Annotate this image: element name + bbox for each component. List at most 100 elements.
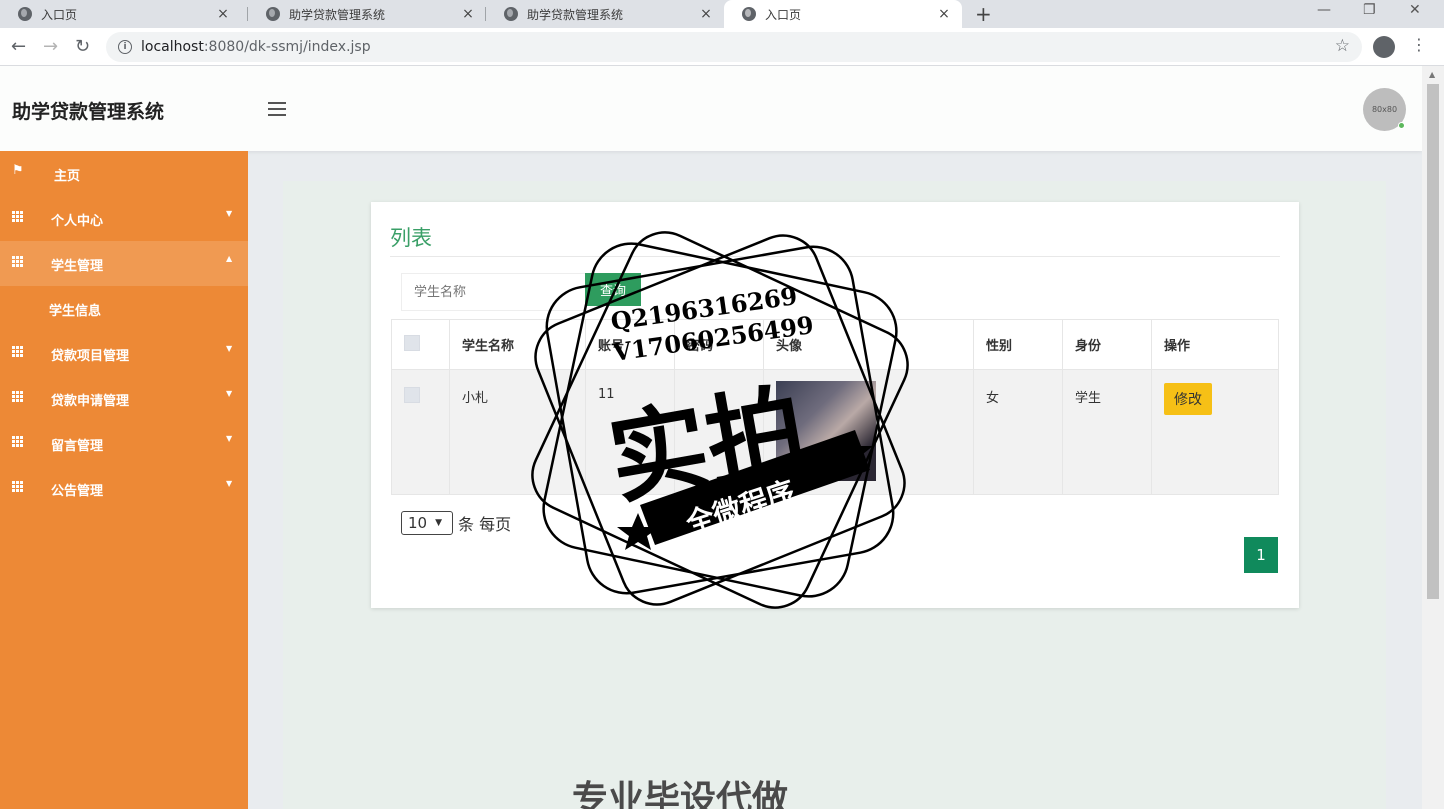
sidebar-item-personal-center[interactable]: 个人中心 ▼ (0, 196, 248, 241)
page-size-suffix: 条 每页 (458, 515, 512, 534)
cell-actions: 修改 (1151, 369, 1279, 495)
sidebar-item-messages[interactable]: 留言管理 ▼ (0, 421, 248, 466)
caret-down-icon: ▼ (226, 479, 233, 488)
sidebar-subitem-label: 学生信息 (49, 304, 102, 319)
close-icon[interactable]: × (698, 6, 714, 22)
profile-icon[interactable] (1373, 36, 1395, 58)
sidebar-item-home[interactable]: ⚑ 主页 (0, 151, 248, 196)
browser-tab-strip: 入口页 × 助学贷款管理系统 × 助学贷款管理系统 × 入口页 × + — ❐ … (0, 0, 1444, 28)
sidebar-item-label: 留言管理 (51, 439, 104, 454)
sidebar-item-label: 公告管理 (51, 484, 104, 499)
list-card: 列表 查询 学生名称 账号 密码 头像 性别 身份 操作 小 (371, 202, 1299, 608)
table-header-row: 学生名称 账号 密码 头像 性别 身份 操作 (391, 319, 1279, 370)
column-header: 学生名称 (449, 319, 586, 370)
sidebar-item-loan-application[interactable]: 贷款申请管理 ▼ (0, 376, 248, 421)
brand-title: 助学贷款管理系统 (12, 101, 165, 123)
caret-down-icon: ▼ (226, 434, 233, 443)
info-icon[interactable]: i (118, 40, 132, 54)
browser-tab-1[interactable]: 入口页 × (0, 0, 241, 28)
sidebar-item-label: 个人中心 (51, 214, 104, 229)
user-avatar[interactable]: 80x80 (1363, 88, 1406, 131)
globe-icon (504, 7, 518, 21)
cell-role: 学生 (1062, 369, 1152, 495)
chevron-down-icon: ▼ (435, 518, 443, 528)
row-checkbox[interactable] (404, 387, 420, 403)
table-row: 小札 11 女 学生 修改 (391, 369, 1279, 495)
back-arrow-icon[interactable]: ← (11, 36, 26, 57)
address-toolbar: ← → ↻ i localhost:8080/dk-ssmj/index.jsp… (0, 28, 1444, 66)
grid-icon (12, 256, 25, 267)
caret-down-icon: ▼ (226, 209, 233, 218)
caret-down-icon: ▼ (226, 344, 233, 353)
page-scrollbar[interactable]: ▲ (1422, 66, 1444, 809)
column-header: 性别 (973, 319, 1063, 370)
page-title: 列表 (390, 226, 432, 250)
edit-button[interactable]: 修改 (1164, 383, 1212, 415)
app-header: 助学贷款管理系统 80x80 (0, 66, 1422, 151)
page-size-select[interactable]: 10 ▼ (401, 511, 453, 535)
scroll-up-icon[interactable]: ▲ (1429, 70, 1435, 79)
globe-icon (266, 7, 280, 21)
window-close-icon[interactable]: ✕ (1409, 2, 1421, 18)
page-size-value: 10 (408, 514, 428, 532)
close-icon[interactable]: × (936, 6, 952, 22)
column-header: 身份 (1062, 319, 1152, 370)
search-button[interactable]: 查询 (585, 273, 641, 306)
restore-icon[interactable]: ❐ (1363, 2, 1376, 18)
sidebar-item-student-management[interactable]: 学生管理 ▲ (0, 241, 248, 286)
url-host: localhost (141, 39, 204, 55)
sidebar-item-label: 学生管理 (51, 259, 104, 274)
reload-icon[interactable]: ↻ (75, 36, 90, 57)
sidebar-item-label: 贷款项目管理 (51, 349, 130, 364)
select-all-checkbox[interactable] (404, 334, 420, 351)
close-icon[interactable]: × (215, 6, 231, 22)
student-name-search-input[interactable] (401, 273, 586, 311)
caret-up-icon: ▲ (226, 254, 233, 263)
cell-student-name: 小札 (449, 369, 586, 495)
grid-icon (12, 346, 25, 357)
page-size-control: 10 ▼ 条 每页 (401, 511, 511, 535)
url-text: localhost:8080/dk-ssmj/index.jsp (141, 39, 371, 55)
student-table: 学生名称 账号 密码 头像 性别 身份 操作 小札 11 女 学生 修改 (391, 319, 1279, 495)
online-status-icon (1398, 122, 1405, 129)
sidebar-item-label: 主页 (54, 169, 81, 184)
app-viewport: 助学贷款管理系统 80x80 ⚑ 主页 个人中心 ▼ 学生管理 ▲ 学生信息 贷… (0, 66, 1422, 809)
sidebar-item-label: 贷款申请管理 (51, 394, 130, 409)
grid-icon (12, 211, 25, 222)
row-select-cell[interactable] (391, 369, 450, 495)
flag-icon: ⚑ (12, 163, 24, 178)
minimize-icon[interactable]: — (1317, 2, 1331, 18)
sidebar-subitem-student-info[interactable]: 学生信息 (0, 286, 248, 331)
forward-arrow-icon[interactable]: → (43, 36, 58, 57)
title-divider (390, 256, 1280, 257)
menu-kebab-icon[interactable]: ⋮ (1411, 35, 1427, 54)
grid-icon (12, 436, 25, 447)
hamburger-menu-icon[interactable] (268, 102, 286, 120)
tab-label: 助学贷款管理系统 (527, 7, 624, 22)
globe-icon (742, 7, 756, 21)
sidebar-item-loan-project[interactable]: 贷款项目管理 ▼ (0, 331, 248, 376)
globe-icon (18, 7, 32, 21)
url-path: :8080/dk-ssmj/index.jsp (203, 39, 371, 55)
address-bar[interactable]: i localhost:8080/dk-ssmj/index.jsp ☆ (106, 32, 1362, 62)
column-header: 操作 (1151, 319, 1279, 370)
tab-label: 助学贷款管理系统 (289, 7, 386, 22)
select-all-header[interactable] (391, 319, 450, 370)
sidebar-item-announcements[interactable]: 公告管理 ▼ (0, 466, 248, 511)
cell-gender: 女 (973, 369, 1063, 495)
caret-down-icon: ▼ (226, 389, 233, 398)
pagination-page-1[interactable]: 1 (1244, 537, 1278, 573)
tab-label: 入口页 (41, 7, 78, 22)
browser-tab-3[interactable]: 助学贷款管理系统 × (486, 0, 724, 28)
new-tab-button[interactable]: + (975, 2, 992, 26)
browser-tab-2[interactable]: 助学贷款管理系统 × (248, 0, 486, 28)
scrollbar-thumb[interactable] (1427, 84, 1439, 599)
close-icon[interactable]: × (460, 6, 476, 22)
grid-icon (12, 391, 25, 402)
bookmark-star-icon[interactable]: ☆ (1335, 36, 1350, 56)
sidebar: ⚑ 主页 个人中心 ▼ 学生管理 ▲ 学生信息 贷款项目管理 ▼ 贷款申请管理 … (0, 151, 248, 809)
grid-icon (12, 481, 25, 492)
avatar-placeholder-text: 80x80 (1371, 105, 1398, 114)
browser-tab-4[interactable]: 入口页 × (724, 0, 962, 28)
tab-label: 入口页 (765, 7, 802, 22)
